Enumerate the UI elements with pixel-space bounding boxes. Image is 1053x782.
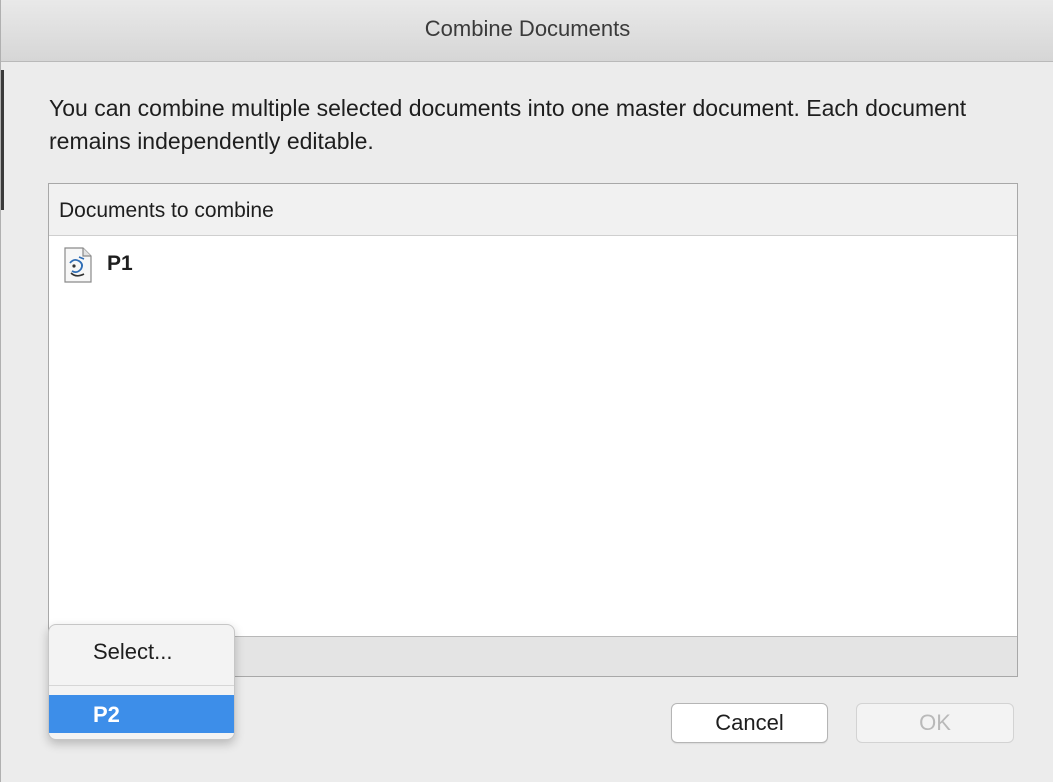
dialog-title: Combine Documents [424,16,631,41]
column-header-documents: Documents to combine [59,199,274,222]
documents-table: Documents to combine P1 [48,183,1018,677]
table-row[interactable]: P1 [49,244,1017,284]
script-document-icon [62,247,94,283]
dialog-description: You can combine multiple selected docume… [49,95,967,154]
table-header[interactable]: Documents to combine [49,184,1017,236]
add-document-popup-menu: Select... P2 [48,624,235,740]
menu-item-select[interactable]: Select... [49,625,234,681]
menu-item-p2-label: P2 [93,702,120,727]
menu-item-select-label: Select... [93,639,173,664]
title-bar: Combine Documents [1,0,1053,62]
document-name: P1 [107,252,133,275]
menu-separator [49,685,234,686]
table-body[interactable]: P1 [49,236,1017,636]
ok-button[interactable]: OK [856,703,1014,743]
menu-item-p2[interactable]: P2 [49,695,234,733]
window-edge [1,70,4,210]
cancel-button[interactable]: Cancel [671,703,828,743]
combine-documents-dialog: Combine Documents You can combine multip… [0,0,1053,782]
